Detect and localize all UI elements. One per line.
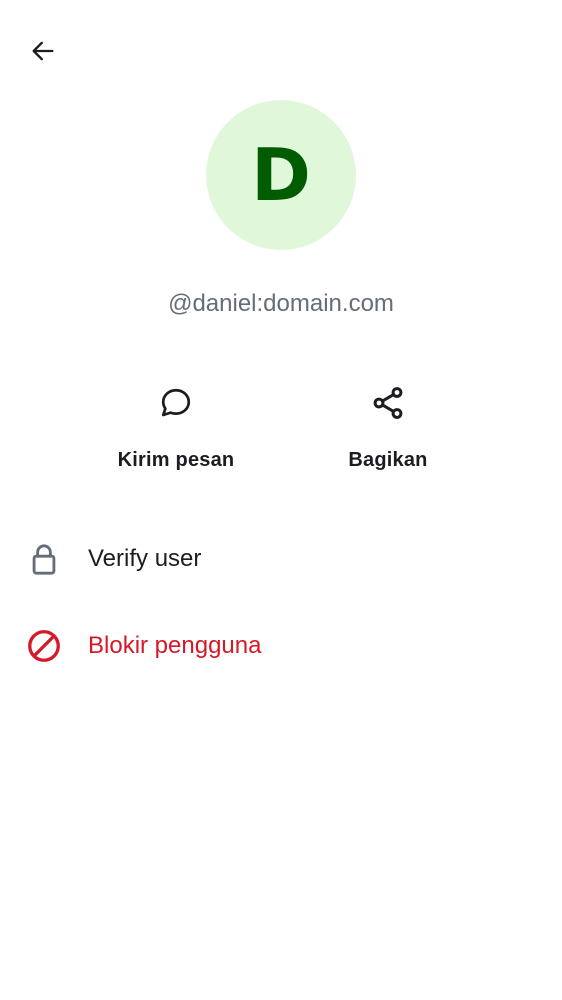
avatar-initial: D <box>251 133 311 217</box>
arrow-left-icon <box>32 41 54 61</box>
verify-user-item[interactable]: Verify user <box>0 529 562 589</box>
send-message-button[interactable]: Kirim pesan <box>86 383 266 473</box>
block-user-label: Blokir pengguna <box>88 632 262 659</box>
block-icon <box>24 626 64 666</box>
block-user-item[interactable]: Blokir pengguna <box>0 616 562 676</box>
chat-bubble-icon <box>156 383 196 423</box>
lock-icon <box>24 539 64 579</box>
send-message-label: Kirim pesan <box>117 449 235 471</box>
avatar[interactable]: D <box>206 100 356 250</box>
verify-user-label: Verify user <box>88 545 202 572</box>
user-id: @daniel:domain.com <box>168 290 394 317</box>
back-button[interactable] <box>22 30 64 72</box>
share-icon <box>368 383 408 423</box>
share-button[interactable]: Bagikan <box>298 383 478 473</box>
share-label: Bagikan <box>348 449 428 471</box>
